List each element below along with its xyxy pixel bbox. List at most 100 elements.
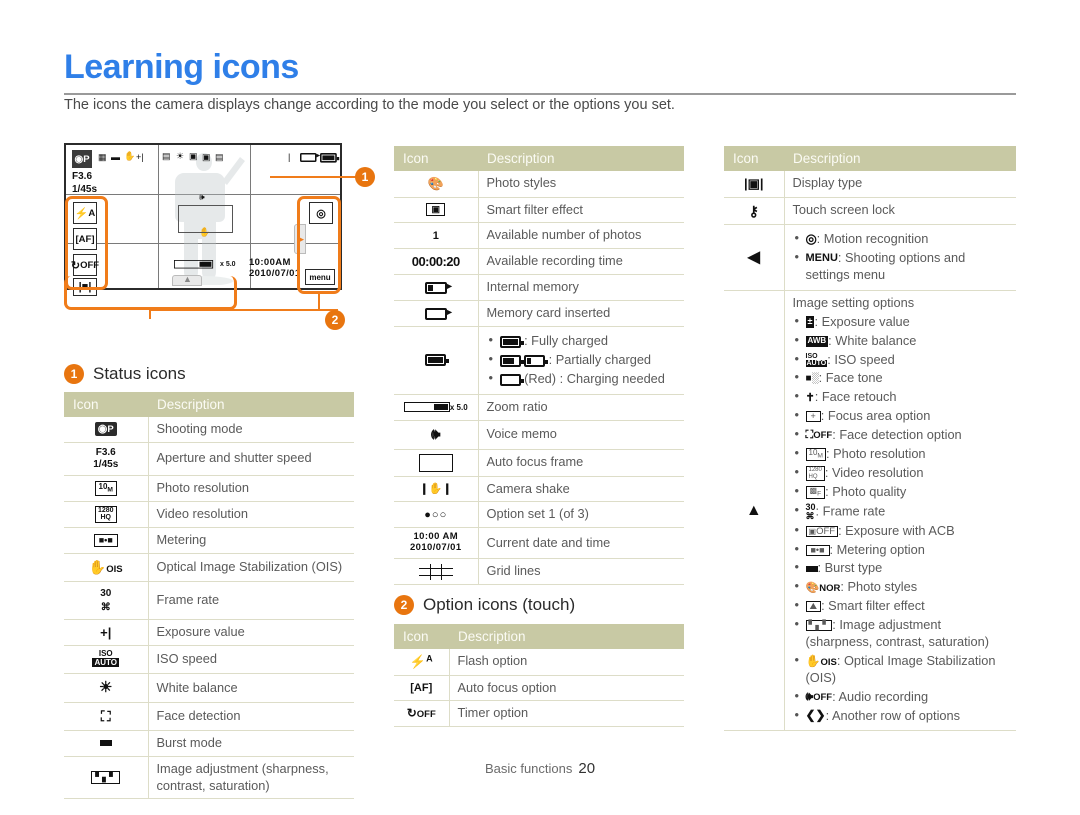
battery-partial-icon [499,354,524,367]
flash-option-icon: ⚡A [394,649,450,676]
display-type-button[interactable]: |■| [73,278,97,296]
footer-label: Basic functions [484,761,573,776]
section-badge-1: 1 [64,364,84,384]
shooting-mode-icon: ◉P [72,150,92,168]
table-row: 🕪 Voice memo [394,420,684,450]
list-item: ■•■: Metering option [793,541,1009,559]
iso-speed-icon: ISO AUTO [805,353,828,368]
photo-resolution-icon: ▦ [98,152,107,162]
shooting-mode-icon: ◉P [64,417,149,443]
row-desc: Smart filter effect [478,197,684,224]
list-item: ◎: Motion recognition [793,230,1009,248]
video-resolution-icon: ▬ [111,152,120,162]
row-desc: Aperture and shutter speed [148,442,354,476]
table-row: ▲ Image setting options ±: Exposure valu… [724,290,1016,732]
table-row: 10:00 AM 2010/07/01 Current date and time [394,527,684,560]
table-row: ISO AUTO ISO speed [64,645,354,675]
section-badge-2: 2 [394,595,414,615]
table-header-row: Icon Description [724,146,1016,171]
row-desc: Zoom ratio [478,394,684,421]
face-tone-icon: ■░ [805,373,819,385]
battery-state-list: : Fully charged : Partially charged (Red… [487,332,677,388]
table-header-row: Icon Description [64,392,354,417]
available-photos-icon: 1 [394,222,479,250]
auto-focus-option-button[interactable]: [AF] [73,228,97,250]
table-header-row: Icon Description [394,146,684,171]
motion-recognition-button[interactable]: ◎ [309,202,333,224]
flash-option-button[interactable]: ⚡ A [73,202,97,224]
voice-memo-icon: 🕪 [199,192,205,202]
table-row: Auto focus frame [394,449,684,477]
option-icons-table: Icon Description ⚡A Flash option [AF] Auto… [394,624,684,728]
burst-type-icon [805,566,818,573]
up-arrow-icon: ▲ [724,290,785,732]
camera-screen-preview: ◉P ▦ ▬ ✋ +| ▤ ☀ ▣ ▣ ▤ | F3.6 1/45s ⚡A [A… [64,143,342,296]
image-adjustment-icon: ▤ [215,152,224,162]
table-row: ❙✋❙ Camera shake [394,476,684,503]
slide-tab-right[interactable]: ▶ [294,224,306,254]
metering-option-icon: ■•■ [805,544,830,556]
grid-lines-icon [394,558,479,586]
focus-area-icon: + [805,411,821,423]
list-item: MENU: Shooting options and settings menu [793,249,1009,284]
image-setting-options-heading: Image setting options [792,294,915,310]
row-desc: Timer option [449,700,684,728]
photo-styles-icon: 🎨NOR [805,581,841,594]
battery-empty-icon [499,373,524,386]
available-photos-icon: | [288,152,291,162]
table-row: ◀ ◎: Motion recognition MENU: Shooting o… [724,224,1016,291]
section-title-status: Status icons [93,364,186,383]
zoom-bar [174,260,214,269]
battery-icon [394,326,479,395]
row-desc: Metering [148,527,354,555]
right-icons-table: Icon Description |▣| Display type ⚷ Touch … [724,146,1016,732]
row-desc: Photo styles [478,171,684,198]
slide-tab-bottom[interactable]: ▲ [172,274,202,286]
callout-badge-1: 1 [355,167,375,187]
face-detection-icon: ▣ [189,151,198,161]
row-desc: Exposure value [148,619,354,647]
row-desc: Video resolution [148,501,354,529]
row-desc: White balance [148,673,354,704]
list-item: ▣OFF: Exposure with ACB [793,522,1009,540]
row-desc: Burst mode [148,730,354,757]
intro-text: The icons the camera displays change acc… [64,97,675,113]
col-description: Description [449,624,684,649]
row-desc: Memory card inserted [478,300,684,328]
col-icon: Icon [394,624,449,649]
callout-stub-2b [318,294,320,311]
zoom-ratio-readout: x 5.0 [220,261,236,268]
table-row: 10M Photo resolution [64,475,354,502]
table-row: 1280 HQ Video resolution [64,501,354,529]
row-desc: Photo resolution [148,475,354,502]
row-desc: Auto focus frame [478,449,684,477]
table-row: |▣| Display type [724,171,1016,198]
table-row: 00:00:20 Available recording time [394,248,684,276]
face-retouch-icon: ✝ [805,391,815,404]
row-desc: Optical Image Stabilization (OIS) [148,553,354,582]
table-row: ◉P Shooting mode [64,417,354,443]
internal-memory-icon [300,152,320,162]
table-row: Grid lines [394,558,684,586]
table-row: ⛶ Face detection [64,702,354,731]
table-row: +| Exposure value [64,619,354,647]
menu-button[interactable]: menu [305,269,335,285]
table-row: x 5.0 Zoom ratio [394,394,684,421]
aperture-shutter-readout: F3.6 1/45s [72,171,98,195]
photo-quality-icon: ▩F [805,485,826,500]
table-row: F3.6 1/45s Aperture and shutter speed [64,442,354,476]
table-row: ☀ White balance [64,673,354,704]
page-title: Learning icons [64,48,299,86]
frame-rate-icon: 30 ⌘ [64,581,149,620]
list-item: ⛶OFF: Face detection option [793,426,1009,444]
smart-filter-icon: ⛰ [805,601,822,613]
frame-rate-icon: 30 ⌘ [805,501,816,521]
video-resolution-icon: 1280 HQ [64,501,149,529]
display-type-icon: |▣| [724,171,785,198]
col-description: Description [148,392,354,417]
timer-option-button[interactable]: ↻ OFF [71,254,99,276]
ois-icon: ✋OIS [64,553,149,582]
voice-memo-icon: 🕪 [394,420,479,450]
exposure-acb-icon: ▣OFF [805,525,839,538]
row-desc: Frame rate [148,581,354,620]
